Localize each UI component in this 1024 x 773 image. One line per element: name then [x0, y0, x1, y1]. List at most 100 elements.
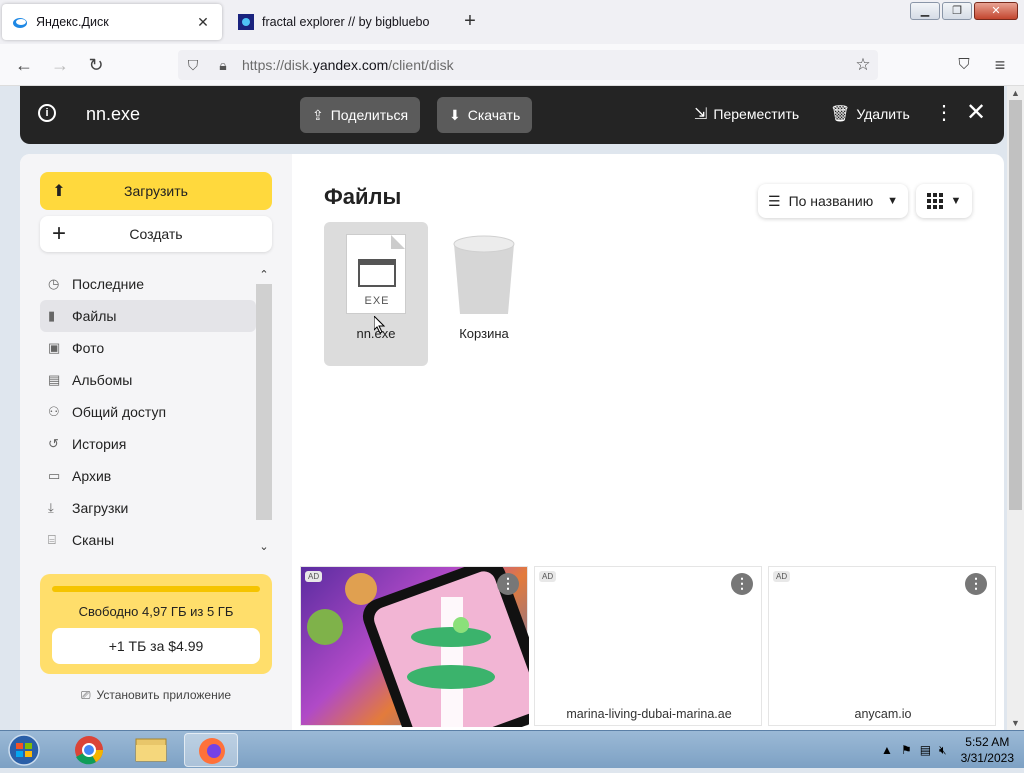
- file-item-trash[interactable]: Корзина: [432, 222, 536, 366]
- pocket-icon[interactable]: ⛉: [952, 53, 976, 77]
- minimize-button[interactable]: ▁: [910, 2, 940, 20]
- sidebar-nav: ◷ Последние ▮ Файлы ▣ Фото ▤ Альбомы ⚇ Общий …: [40, 268, 256, 556]
- firefox-taskbar-button[interactable]: [184, 733, 238, 767]
- ad-menu-icon[interactable]: ⋮: [731, 573, 753, 595]
- sidebar-item-archive[interactable]: ▭ Архив: [40, 460, 256, 492]
- scroll-down-icon[interactable]: ▼: [1007, 718, 1024, 728]
- sidebar-item-shared[interactable]: ⚇ Общий доступ: [40, 396, 256, 428]
- clock[interactable]: 5:52 AM 3/31/2023: [961, 734, 1014, 766]
- show-hidden-icons[interactable]: ▲: [881, 743, 893, 757]
- ad-menu-icon[interactable]: ⋮: [965, 573, 987, 595]
- sidebar-scroll-thumb[interactable]: [256, 284, 272, 520]
- ad-image: [301, 559, 552, 730]
- photo-icon: ▣: [48, 340, 61, 355]
- more-actions-icon[interactable]: ⋮: [934, 102, 954, 124]
- history-icon: ↺: [48, 436, 59, 451]
- move-button[interactable]: ⇲ Переместить: [694, 104, 799, 124]
- tab-fractal-explorer[interactable]: fractal explorer // by bigbluebo: [228, 4, 460, 40]
- sort-icon: ☰: [768, 192, 781, 209]
- forward-button[interactable]: →: [48, 53, 72, 77]
- trash-bin-icon: [453, 235, 515, 314]
- create-button[interactable]: + Создать: [40, 216, 272, 252]
- view-toggle[interactable]: ▼: [916, 184, 972, 218]
- file-item-nn-exe[interactable]: EXE nn.exe: [324, 222, 428, 366]
- firefox-icon: [199, 738, 225, 764]
- ad-menu-icon[interactable]: ⋮: [497, 573, 519, 595]
- ad-card[interactable]: AD ⋮: [300, 559, 552, 730]
- folder-icon: [135, 738, 167, 762]
- action-center-icon[interactable]: ⚑: [901, 743, 912, 757]
- mouse-cursor-icon: [374, 316, 386, 334]
- sidebar-item-history[interactable]: ↺ История: [40, 428, 256, 460]
- close-window-button[interactable]: ✕: [974, 2, 1018, 20]
- upload-button[interactable]: ⬆ Загрузить: [40, 172, 272, 210]
- sidebar-item-scans[interactable]: ⌸ Сканы: [40, 524, 256, 556]
- sidebar-scrollbar[interactable]: ⌃ ⌄: [256, 268, 272, 560]
- exe-file-icon: EXE: [346, 234, 406, 314]
- page-scroll-thumb[interactable]: [1009, 100, 1022, 510]
- sidebar-item-photo[interactable]: ▣ Фото: [40, 332, 256, 364]
- device-icon: ⎚: [80, 688, 91, 702]
- install-app-link[interactable]: ⎚ Установить приложение: [40, 688, 272, 703]
- explorer-taskbar-button[interactable]: [124, 733, 178, 767]
- files-main: Файлы ☰ По названию ▼ ▼ EXE nn.exe Корзи…: [292, 154, 1004, 730]
- share-icon: ⇪: [312, 106, 324, 123]
- ad-badge: AD: [773, 571, 791, 582]
- file-action-bar: i nn.exe ⇪ Поделиться ⬇ Скачать ⇲ Перемести…: [20, 86, 1004, 144]
- page-scrollbar[interactable]: ▲ ▼: [1007, 86, 1024, 730]
- sidebar-item-downloads[interactable]: ⤓ Загрузки: [40, 492, 256, 524]
- ad-card[interactable]: AD ⋮ anycam.io: [768, 566, 996, 726]
- scroll-up-icon[interactable]: ▲: [1007, 88, 1024, 98]
- chevron-down-icon: ▼: [887, 195, 898, 207]
- bookmark-star-icon[interactable]: ☆: [848, 55, 878, 75]
- tab-yandex-disk[interactable]: Яндекс.Диск ✕: [2, 4, 222, 40]
- tab-title: Яндекс.Диск: [36, 15, 109, 29]
- reload-button[interactable]: ↻: [84, 53, 108, 77]
- info-icon[interactable]: i: [38, 104, 56, 122]
- sidebar-item-recent[interactable]: ◷ Последние: [40, 268, 256, 300]
- page-title: Файлы: [324, 184, 402, 209]
- chrome-taskbar-button[interactable]: [62, 733, 116, 767]
- trash-icon: 🗑︎: [830, 106, 851, 123]
- move-icon: ⇲: [694, 106, 708, 123]
- ad-card[interactable]: AD ⋮ marina-living-dubai-marina.ae: [534, 566, 762, 726]
- clock-icon: ◷: [48, 276, 60, 291]
- storage-free-text: Свободно 4,97 ГБ из 5 ГБ: [78, 604, 234, 619]
- plus-icon: +: [51, 220, 66, 247]
- new-tab-button[interactable]: +: [460, 10, 480, 32]
- sort-dropdown[interactable]: ☰ По названию ▼: [758, 184, 908, 218]
- url-text[interactable]: https://disk.yandex.com/client/disk: [238, 57, 848, 73]
- album-icon: ▤: [48, 372, 61, 387]
- shield-icon[interactable]: ⛉: [178, 57, 208, 74]
- menu-icon[interactable]: ≡: [988, 53, 1012, 77]
- storage-panel: Свободно 4,97 ГБ из 5 ГБ +1 ТБ за $4.99: [40, 574, 272, 674]
- scroll-down-icon[interactable]: ⌄: [256, 540, 272, 553]
- close-tab-icon[interactable]: ✕: [194, 14, 212, 31]
- ad-domain[interactable]: marina-living-dubai-marina.ae: [535, 707, 763, 721]
- delete-button[interactable]: 🗑︎ Удалить: [830, 104, 910, 124]
- lock-icon[interactable]: 🔒︎: [208, 57, 238, 74]
- disk-card: ⬆ Загрузить + Создать ◷ Последние ▮ Файлы …: [20, 154, 1004, 730]
- scroll-up-icon[interactable]: ⌃: [256, 268, 272, 281]
- sidebar-item-files[interactable]: ▮ Файлы: [40, 300, 256, 332]
- close-selection-icon[interactable]: ✕: [966, 100, 986, 126]
- ad-badge: AD: [539, 571, 557, 582]
- download-icon: ⬇: [449, 106, 461, 123]
- storage-bar: [52, 586, 260, 592]
- share-button[interactable]: ⇪ Поделиться: [300, 97, 421, 133]
- sidebar-item-albums[interactable]: ▤ Альбомы: [40, 364, 256, 396]
- volume-icon[interactable]: 🔇︎: [939, 743, 947, 758]
- yandex-disk-icon: [13, 18, 27, 28]
- address-bar[interactable]: ⛉ 🔒︎ https://disk.yandex.com/client/disk…: [178, 50, 878, 80]
- network-icon[interactable]: ▤: [920, 743, 931, 757]
- ad-strip: AD ⋮ AD ⋮ marina-living-dubai-marina.ae …: [300, 559, 1000, 730]
- back-button[interactable]: ←: [12, 53, 36, 77]
- download-button[interactable]: ⬇ Скачать: [437, 97, 533, 133]
- selected-file-name: nn.exe: [86, 104, 141, 124]
- ad-domain[interactable]: anycam.io: [769, 707, 997, 721]
- browser-window: Яндекс.Диск ✕ fractal explorer // by big…: [0, 0, 1024, 730]
- maximize-button[interactable]: ❐: [942, 2, 972, 20]
- buy-storage-button[interactable]: +1 ТБ за $4.99: [52, 628, 260, 664]
- windows-start-icon[interactable]: [4, 733, 44, 767]
- chevron-down-icon: ▼: [950, 195, 962, 207]
